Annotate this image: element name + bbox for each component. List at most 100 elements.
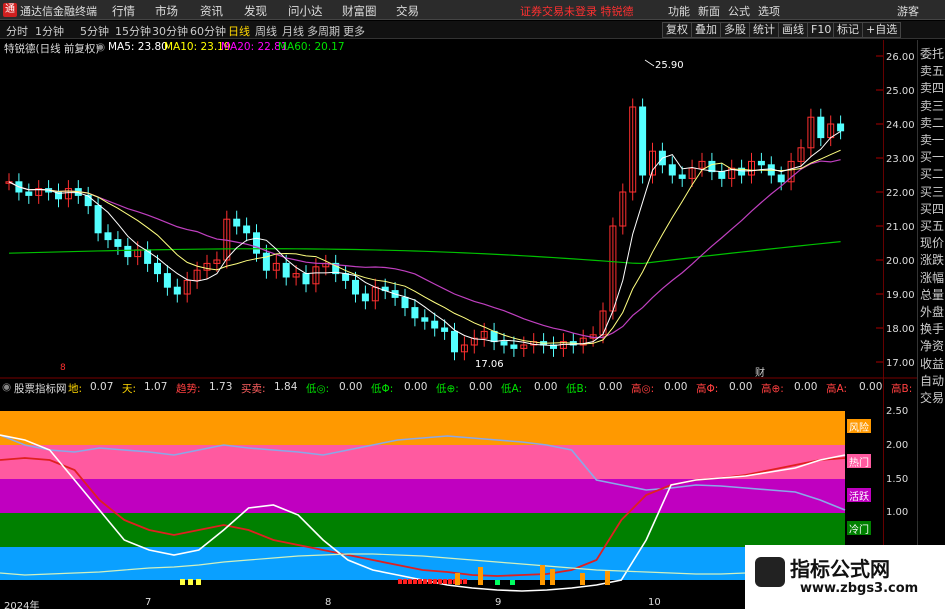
adjust-button[interactable]: 复权 bbox=[662, 22, 692, 38]
tab-multi-period[interactable]: 多周期 bbox=[307, 23, 340, 39]
indicator-zones bbox=[0, 411, 845, 580]
menu-news[interactable]: 资讯 bbox=[200, 3, 223, 19]
right-panel-item[interactable]: 买四 bbox=[920, 200, 944, 217]
candle-body bbox=[668, 164, 676, 176]
date-label: 9 bbox=[495, 597, 502, 608]
right-panel-item[interactable]: 卖三 bbox=[920, 97, 944, 114]
candle-body bbox=[154, 262, 161, 275]
menu-functions[interactable]: 功能 bbox=[668, 3, 690, 19]
price-tick-label: 26.00 bbox=[886, 52, 915, 63]
app-title: 通达信金融终端 bbox=[20, 5, 97, 18]
right-panel-item[interactable]: 买一 bbox=[920, 148, 944, 165]
tab-weekly[interactable]: 周线 bbox=[255, 23, 277, 39]
candle-body bbox=[342, 273, 350, 281]
date-label: 7 bbox=[145, 597, 152, 608]
tab-timeshare[interactable]: 分时 bbox=[6, 23, 28, 39]
stats-button[interactable]: 统计 bbox=[749, 22, 779, 38]
menu-market-quotes[interactable]: 行情 bbox=[112, 3, 135, 19]
overlay-button[interactable]: 叠加 bbox=[691, 22, 721, 38]
zone-label: 风险 bbox=[849, 421, 869, 434]
indicator-value: 1.07 bbox=[144, 381, 168, 393]
price-tick-label: 21.00 bbox=[886, 222, 915, 233]
candle-body bbox=[639, 106, 647, 176]
indicator-label: 低A: bbox=[501, 383, 523, 395]
tab-60min[interactable]: 60分钟 bbox=[190, 23, 226, 39]
indicator-value: 1.73 bbox=[209, 381, 233, 393]
menu-new-page[interactable]: 新面 bbox=[698, 3, 720, 19]
indicator-label: 低B: bbox=[566, 383, 588, 395]
menu-discover[interactable]: 发现 bbox=[244, 3, 267, 19]
indicator-label: 趋势: bbox=[176, 383, 201, 395]
candle-body bbox=[817, 116, 825, 139]
zone-label: 活跃 bbox=[849, 491, 869, 503]
signal-bar bbox=[580, 573, 585, 585]
event-marker[interactable]: 8 bbox=[60, 363, 66, 373]
indicator-value: 0.07 bbox=[90, 381, 114, 393]
indicator-value: 0.00 bbox=[794, 381, 818, 393]
add-watchlist-button[interactable]: +自选 bbox=[862, 22, 902, 38]
right-panel-item[interactable]: 涨跌 bbox=[920, 251, 944, 268]
right-panel-item[interactable]: 收益 bbox=[920, 355, 944, 372]
f10-button[interactable]: F10 bbox=[807, 22, 836, 38]
tab-monthly[interactable]: 月线 bbox=[282, 23, 304, 39]
price-tick-label: 24.00 bbox=[886, 120, 915, 131]
right-panel-item[interactable]: 买五 bbox=[920, 217, 944, 234]
menu-trade[interactable]: 交易 bbox=[396, 3, 419, 19]
zone-band bbox=[0, 479, 845, 513]
right-panel-item[interactable]: 净资 bbox=[920, 337, 944, 354]
date-label: 10 bbox=[648, 597, 661, 608]
right-panel-item[interactable]: 卖五 bbox=[920, 62, 944, 79]
menu-wealth[interactable]: 财富圈 bbox=[342, 3, 377, 19]
right-panel-item[interactable]: 总量 bbox=[920, 286, 944, 303]
right-panel-item[interactable]: 换手 bbox=[920, 320, 944, 337]
indicator-tick-label: 1.50 bbox=[886, 474, 908, 485]
right-panel-item[interactable]: 卖二 bbox=[920, 114, 944, 131]
right-panel-item[interactable]: 自动 bbox=[920, 372, 944, 389]
finance-marker[interactable]: 财 bbox=[755, 366, 765, 379]
menu-market[interactable]: 市场 bbox=[155, 3, 178, 19]
menu-formula[interactable]: 公式 bbox=[728, 3, 750, 19]
tab-1min[interactable]: 1分钟 bbox=[35, 23, 64, 39]
indicator-tick-label: 2.50 bbox=[886, 406, 908, 417]
indicator-value: 0.00 bbox=[599, 381, 623, 393]
zone-band bbox=[0, 411, 845, 445]
signal-bar bbox=[180, 579, 185, 585]
menu-options[interactable]: 选项 bbox=[758, 3, 780, 19]
right-panel-item[interactable]: 卖四 bbox=[920, 79, 944, 96]
candle-body bbox=[243, 225, 251, 234]
right-panel-item[interactable]: 现价 bbox=[920, 234, 944, 251]
user-guest[interactable]: 游客 bbox=[897, 3, 919, 19]
price-tick-label: 25.00 bbox=[886, 86, 915, 97]
price-tick-label: 20.00 bbox=[886, 256, 915, 267]
right-panel-item[interactable]: 买二 bbox=[920, 165, 944, 182]
candle-body bbox=[441, 327, 449, 332]
settings-icon[interactable]: ◉ bbox=[2, 381, 11, 393]
tab-30min[interactable]: 30分钟 bbox=[152, 23, 188, 39]
signal-bar bbox=[448, 579, 452, 584]
indicator-label: 高A: bbox=[826, 383, 848, 395]
tab-more[interactable]: 更多 bbox=[343, 23, 365, 39]
indicator-tick-label: 2.00 bbox=[886, 440, 908, 451]
indicator-label: 地: bbox=[68, 383, 83, 395]
menu-ask[interactable]: 问小达 bbox=[288, 3, 323, 19]
tab-daily[interactable]: 日线 bbox=[228, 23, 250, 39]
candle-body bbox=[302, 273, 310, 285]
right-panel-item[interactable]: 委托 bbox=[920, 45, 944, 62]
right-panel-item[interactable]: 涨幅 bbox=[920, 269, 944, 286]
watermark-logo: 指标公式网 www.zbgs3.com bbox=[745, 545, 945, 609]
right-panel-item[interactable]: 卖一 bbox=[920, 131, 944, 148]
tab-15min[interactable]: 15分钟 bbox=[115, 23, 151, 39]
signal-bar bbox=[408, 579, 412, 584]
indicator-value: 0.00 bbox=[664, 381, 688, 393]
right-panel-item[interactable]: 买三 bbox=[920, 183, 944, 200]
chart-area: 25.90 17.06 财 8 26.00 25.00 24.00 23.00 22.0… bbox=[0, 40, 917, 608]
candle-body bbox=[777, 174, 785, 183]
multi-stock-button[interactable]: 多股 bbox=[720, 22, 750, 38]
right-panel-item[interactable]: 交易 bbox=[920, 389, 944, 406]
tab-5min[interactable]: 5分钟 bbox=[80, 23, 109, 39]
signal-bar bbox=[196, 579, 201, 585]
mark-button[interactable]: 标记 bbox=[833, 22, 863, 38]
candle-body bbox=[25, 191, 33, 196]
right-panel-item[interactable]: 外盘 bbox=[920, 303, 944, 320]
draw-line-button[interactable]: 画线 bbox=[778, 22, 808, 38]
